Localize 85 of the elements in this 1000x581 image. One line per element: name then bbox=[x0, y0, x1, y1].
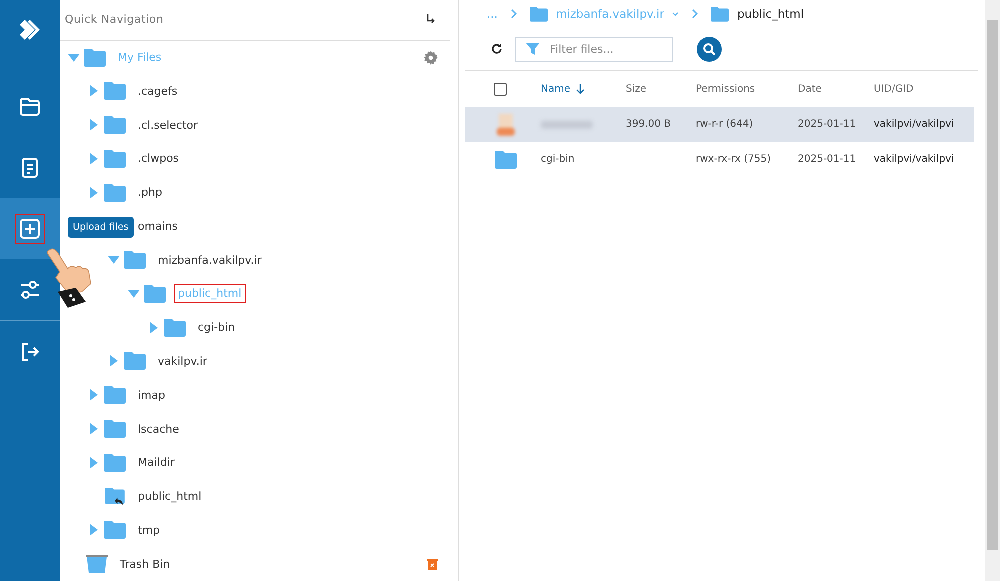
expand-arrow-icon[interactable] bbox=[88, 423, 100, 436]
file-date: 2025-01-11 bbox=[798, 154, 856, 165]
trash-bin-label[interactable]: Trash Bin bbox=[116, 554, 174, 574]
folder-name[interactable]: cgi-bin bbox=[194, 318, 240, 338]
file-date: 2025-01-11 bbox=[798, 119, 856, 130]
search-icon bbox=[703, 42, 716, 56]
select-all-checkbox[interactable] bbox=[494, 82, 507, 96]
expand-arrow-icon[interactable] bbox=[88, 85, 100, 98]
folder-icon bbox=[104, 386, 126, 404]
expand-arrow-icon[interactable] bbox=[88, 524, 100, 536]
file-name[interactable]: cgi-bin bbox=[541, 154, 575, 165]
folder-icon bbox=[495, 150, 517, 168]
filter-field[interactable]: Filter files... bbox=[515, 36, 673, 62]
filter-input[interactable]: Filter files... bbox=[550, 38, 672, 60]
file-thumbnail-icon bbox=[495, 112, 517, 138]
folder-name[interactable]: .cl.selector bbox=[134, 116, 202, 135]
tooltip: Upload files bbox=[68, 217, 134, 238]
turn-arrow-icon[interactable] bbox=[426, 14, 436, 26]
column-header[interactable]: UID/GID bbox=[874, 84, 914, 94]
collapse-arrow-icon[interactable] bbox=[108, 254, 120, 266]
pointing-hand-drawing bbox=[44, 246, 94, 308]
folder-icon bbox=[164, 318, 186, 337]
folder-icon bbox=[124, 352, 146, 370]
collapse-arrow-icon[interactable] bbox=[68, 52, 80, 64]
file-permissions: rw-r-r (644) bbox=[696, 119, 754, 130]
expand-arrow-icon[interactable] bbox=[108, 355, 120, 368]
expand-arrow-icon[interactable] bbox=[88, 152, 100, 165]
chevron-right-icon bbox=[691, 9, 700, 19]
folder-icon bbox=[104, 82, 126, 100]
trash-bin-icon bbox=[86, 555, 108, 574]
empty-trash-icon[interactable] bbox=[427, 558, 438, 570]
folder-icon bbox=[104, 420, 126, 438]
column-header[interactable]: Name bbox=[541, 84, 571, 94]
breadcrumb-item[interactable]: public_html bbox=[737, 7, 804, 21]
file-row[interactable]: cgi-bin rwx-rx-rx (755) 2025-01-11 vakilpvi/vakilpvi bbox=[465, 142, 974, 177]
folder-icon[interactable] bbox=[19, 96, 41, 118]
folder-name[interactable]: vakilpv.ir bbox=[154, 352, 212, 371]
folder-icon bbox=[104, 150, 126, 168]
folder-name[interactable]: mizbanfa.vakilpv.ir bbox=[154, 250, 266, 270]
file-size: 399.00 B bbox=[626, 119, 672, 130]
panel-title: Quick Navigation bbox=[65, 13, 164, 26]
folder-name[interactable]: omains bbox=[134, 216, 182, 236]
scrollbar[interactable] bbox=[985, 0, 1000, 581]
folder-name[interactable]: lscache bbox=[134, 420, 184, 439]
folder-shortcut-icon bbox=[104, 488, 126, 506]
expand-arrow-icon[interactable] bbox=[88, 389, 100, 402]
add-file-icon[interactable] bbox=[19, 218, 41, 240]
settings-icon[interactable] bbox=[424, 50, 438, 65]
folder-icon bbox=[104, 116, 126, 134]
sliders-icon[interactable] bbox=[19, 278, 41, 300]
expand-arrow-icon[interactable] bbox=[148, 322, 160, 334]
folder-icon bbox=[711, 6, 730, 22]
folder-icon bbox=[530, 6, 548, 22]
column-header[interactable]: Size bbox=[626, 84, 647, 94]
filter-icon bbox=[526, 42, 540, 56]
file-permissions: rwx-rx-rx (755) bbox=[696, 154, 772, 165]
caret-down-icon[interactable] bbox=[672, 12, 680, 16]
folder-name[interactable]: imap bbox=[134, 386, 170, 405]
sort-down-icon bbox=[576, 84, 585, 94]
folder-name[interactable]: .php bbox=[134, 183, 166, 202]
folder-icon bbox=[84, 48, 106, 67]
folder-name[interactable]: Maildir bbox=[134, 453, 179, 472]
document-icon[interactable] bbox=[19, 156, 41, 178]
expand-arrow-icon[interactable] bbox=[88, 186, 100, 199]
folder-icon bbox=[144, 284, 166, 303]
file-row[interactable]: 399.00 B rw-r-r (644) 2025-01-11 vakilpvi/vakilpvi bbox=[465, 107, 974, 142]
chevron-right-icon bbox=[510, 9, 518, 19]
folder-icon bbox=[124, 251, 146, 270]
folder-icon bbox=[104, 184, 126, 202]
collapse-arrow-icon[interactable] bbox=[128, 288, 140, 300]
refresh-icon[interactable] bbox=[491, 43, 503, 55]
column-header[interactable]: Date bbox=[798, 84, 822, 94]
search-button[interactable] bbox=[697, 36, 722, 62]
folder-name[interactable]: tmp bbox=[134, 520, 164, 540]
folder-icon bbox=[104, 521, 126, 540]
folder-name[interactable]: .cagefs bbox=[134, 82, 182, 101]
logout-icon[interactable] bbox=[19, 340, 41, 362]
column-header[interactable]: Permissions bbox=[696, 84, 756, 94]
expand-arrow-icon[interactable] bbox=[88, 456, 100, 469]
file-owner: vakilpvi/vakilpvi bbox=[874, 154, 954, 165]
folder-icon bbox=[104, 454, 126, 472]
folder-name[interactable]: .clwpos bbox=[134, 149, 184, 168]
expand-arrow-icon[interactable] bbox=[88, 119, 100, 132]
folder-name[interactable]: public_html bbox=[134, 487, 206, 506]
file-owner: vakilpvi/vakilpvi bbox=[874, 119, 954, 130]
